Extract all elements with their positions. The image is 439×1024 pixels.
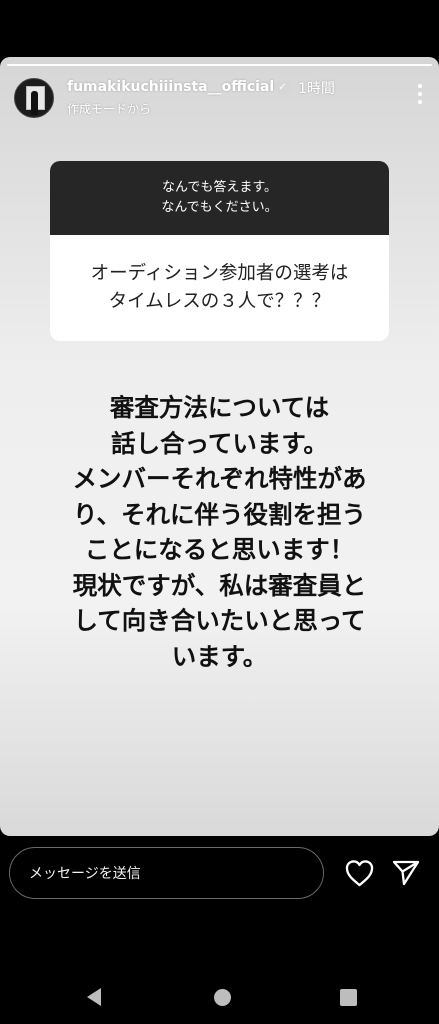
post-time: 1時間 (298, 81, 335, 97)
question-text-line: オーディション参加者の選考は (90, 263, 349, 284)
answer-line: り、それに伴う役割を担う (72, 499, 367, 529)
answer-line: 審査方法については (109, 393, 330, 422)
avatar[interactable] (14, 78, 54, 118)
progress-segment (7, 64, 432, 66)
answer-line: います。 (171, 641, 268, 671)
story-header: fumakikuchiiinsta__official ✓ 1時間 作成モードか… (14, 78, 429, 118)
username[interactable]: fumakikuchiiinsta__official (67, 79, 274, 95)
story-view[interactable]: fumakikuchiiinsta__official ✓ 1時間 作成モードか… (0, 57, 439, 836)
send-icon[interactable] (392, 859, 420, 886)
answer-line: メンバーそれぞれ特性があ (72, 464, 367, 493)
answer-line: ことになると思います！ (84, 535, 355, 564)
home-circle-icon[interactable] (214, 989, 231, 1006)
question-sticker: なんでも答えます。 なんでもください。 オーディション参加者の選考は タイムレス… (50, 161, 389, 341)
back-triangle-icon[interactable] (87, 988, 101, 1006)
question-text: オーディション参加者の選考は タイムレスの３人で？？？ (50, 235, 389, 341)
answer-line: 現状ですが、私は審査員と (72, 570, 367, 600)
answer-line: して向き合いたいと思って (73, 606, 366, 635)
story-progress-bar (7, 64, 432, 66)
heart-icon[interactable] (344, 859, 375, 887)
question-prompt-line: なんでもください。 (161, 200, 278, 215)
more-vertical-icon[interactable] (417, 84, 423, 104)
story-subtitle: 作成モードから (67, 102, 152, 116)
question-prompt: なんでも答えます。 なんでもください。 (50, 161, 389, 235)
system-navigation-bar (0, 960, 439, 1024)
answer-text: 審査方法については 話し合っています。 メンバーそれぞれ特性があ り、それに伴う… (20, 390, 419, 674)
question-text-line: タイムレスの３人で？？？ (108, 291, 331, 312)
question-prompt-line: なんでも答えます。 (161, 180, 278, 195)
avatar-person-shape (31, 91, 38, 115)
recent-apps-icon[interactable] (340, 989, 357, 1006)
message-input[interactable]: メッセージを送信 (9, 847, 324, 899)
answer-line: 話し合っています。 (111, 428, 328, 458)
verified-badge-icon: ✓ (275, 80, 290, 95)
